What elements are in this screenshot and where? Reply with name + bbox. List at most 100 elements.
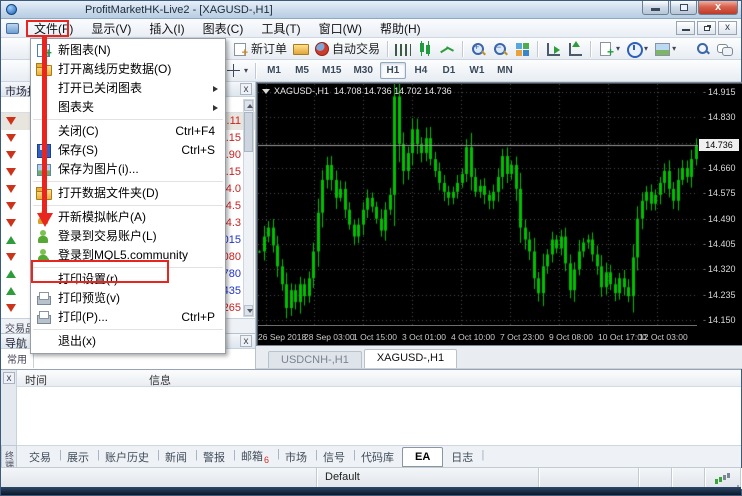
timeframe-d1[interactable]: D1: [436, 62, 462, 79]
terminal-tab-EA[interactable]: EA: [402, 447, 443, 467]
chart-shift-button[interactable]: [564, 40, 586, 58]
timeframe-m1[interactable]: M1: [261, 62, 287, 79]
menu-item-1[interactable]: 显示(V): [82, 18, 140, 39]
file-menu-item[interactable]: 打开数据文件夹(D): [31, 184, 225, 203]
title-bar[interactable]: ProfitMarketHK-Live2 - [XAGUSD-,H1] x: [1, 1, 741, 19]
terminal-tab-新闻[interactable]: 新闻: [157, 447, 195, 467]
price-axis[interactable]: 14.91514.83014.74514.66014.57514.49014.4…: [698, 84, 742, 324]
search-button[interactable]: [691, 40, 713, 58]
shortcut-label: Ctrl+S: [181, 141, 215, 160]
child-minimize-button[interactable]: [676, 21, 695, 35]
zoom-out-button[interactable]: −: [489, 40, 511, 58]
timeframe-h1[interactable]: H1: [380, 62, 406, 79]
bar-chart-button[interactable]: [392, 41, 414, 57]
terminal-header: 时间 信息: [17, 370, 741, 387]
scroll-up-icon[interactable]: [244, 100, 253, 111]
scroll-down-icon[interactable]: [244, 305, 253, 316]
terminal-tab-代码库[interactable]: 代码库: [353, 447, 402, 467]
chart-tab-usdcnhh1[interactable]: USDCNH-,H1: [268, 351, 362, 368]
crosshair-button[interactable]: ▾: [223, 62, 251, 80]
chat-button[interactable]: [713, 40, 735, 58]
terminal-tab-邮箱[interactable]: 邮箱6: [233, 446, 277, 467]
autotrade-button[interactable]: 自动交易: [312, 39, 383, 58]
toolbar-separator: [387, 41, 388, 57]
file-menu-item[interactable]: 登录到交易账户(L): [31, 227, 225, 246]
child-close-button[interactable]: x: [718, 21, 737, 35]
timeframe-m15[interactable]: M15: [317, 62, 346, 79]
file-menu-item[interactable]: 打印(P)...Ctrl+P: [31, 308, 225, 327]
chevron-down-icon[interactable]: ▾: [244, 66, 248, 75]
close-button[interactable]: x: [698, 1, 738, 15]
unread-badge: 6: [264, 455, 269, 465]
time-tick-label: 9 Oct 08:00: [549, 332, 593, 342]
indicators-button[interactable]: ▾: [595, 40, 623, 58]
templates-button[interactable]: ▾: [651, 40, 679, 58]
price-tick-label: 14.490: [703, 214, 736, 224]
window-title: ProfitMarketHK-Live2 - [XAGUSD-,H1]: [85, 4, 273, 16]
file-menu-item[interactable]: 保存为图片(i)...: [31, 160, 225, 179]
chart-plot-area[interactable]: XAGUSD-,H1 14.708 14.736 14.702 14.736: [258, 84, 699, 326]
menu-item-6[interactable]: 帮助(H): [371, 18, 430, 39]
time-tick-label: 1 Oct 15:00: [353, 332, 397, 342]
file-menu-item[interactable]: 关闭(C)Ctrl+F4: [31, 122, 225, 141]
maximize-button[interactable]: [670, 1, 697, 15]
tile-windows-button[interactable]: [511, 40, 533, 58]
timeframe-h4[interactable]: H4: [408, 62, 434, 79]
file-menu-item[interactable]: 打开离线历史数据(O): [31, 60, 225, 79]
close-icon[interactable]: x: [3, 372, 15, 384]
terminal-tab-展示[interactable]: 展示: [59, 447, 97, 467]
terminal-tab-交易[interactable]: 交易: [21, 447, 59, 467]
market-watch-scrollbar[interactable]: [243, 99, 254, 317]
zoom-in-button[interactable]: +: [467, 40, 489, 58]
minimize-button[interactable]: [642, 1, 669, 15]
timeframe-w1[interactable]: W1: [464, 62, 490, 79]
profile-name[interactable]: Default: [317, 468, 539, 489]
child-window-icon[interactable]: [6, 23, 19, 34]
timeframe-mn[interactable]: MN: [492, 62, 518, 79]
candlestick-chart[interactable]: [258, 84, 699, 326]
envelope-button[interactable]: [290, 41, 312, 56]
chevron-down-icon[interactable]: ▾: [616, 44, 620, 53]
menu-item-3[interactable]: 图表(C): [194, 18, 253, 39]
time-axis[interactable]: 26 Sep 201828 Sep 03:001 Oct 15:003 Oct …: [258, 325, 697, 344]
terminal-tab-信号[interactable]: 信号: [315, 447, 353, 467]
time-column-header[interactable]: 时间: [25, 372, 47, 388]
menu-item-2[interactable]: 插入(I): [140, 18, 193, 39]
file-menu-item[interactable]: 开新模拟帐户(A): [31, 208, 225, 227]
file-menu-item[interactable]: 打开已关闭图表: [31, 79, 225, 98]
scrollbar-thumb[interactable]: [244, 112, 253, 152]
chevron-down-icon[interactable]: ▾: [644, 44, 648, 53]
menu-item-5[interactable]: 窗口(W): [310, 18, 371, 39]
message-column-header[interactable]: 信息: [149, 372, 171, 388]
terminal-tab-日志[interactable]: 日志: [443, 447, 481, 467]
line-chart-button[interactable]: [436, 40, 458, 58]
file-menu-item[interactable]: 保存(S)Ctrl+S: [31, 141, 225, 160]
file-menu-item[interactable]: 打印预览(v): [31, 289, 225, 308]
new-order-button[interactable]: 新订单: [229, 39, 290, 58]
file-menu-item[interactable]: 退出(x): [31, 332, 225, 351]
child-restore-button[interactable]: [697, 21, 716, 35]
timeframe-m30[interactable]: M30: [348, 62, 377, 79]
candlestick-button[interactable]: [414, 40, 436, 58]
price-tick-label: 14.150: [703, 315, 736, 325]
timeframe-m5[interactable]: M5: [289, 62, 315, 79]
chevron-down-icon[interactable]: ▾: [672, 44, 676, 53]
periods-button[interactable]: ▾: [623, 40, 651, 58]
close-icon[interactable]: x: [240, 335, 252, 347]
print-preview-icon: [36, 291, 51, 306]
templates-icon: [654, 41, 670, 57]
close-icon[interactable]: x: [240, 83, 252, 95]
arrow-down-icon: [6, 219, 16, 227]
chart-tab-xagusdh1[interactable]: XAGUSD-,H1: [364, 349, 457, 368]
file-menu-item[interactable]: 新图表(N): [31, 41, 225, 60]
terminal-tab-市场[interactable]: 市场: [277, 447, 315, 467]
terminal-tab-账户历史[interactable]: 账户历史: [97, 447, 157, 467]
annotation-box-login-item: [31, 260, 169, 283]
auto-scroll-button[interactable]: [542, 40, 564, 58]
chart-menu-icon[interactable]: [262, 89, 270, 94]
chart-window: XAGUSD-,H1 14.708 14.736 14.702 14.736 1…: [256, 82, 742, 346]
submenu-arrow-icon: [213, 105, 218, 111]
terminal-tab-警报[interactable]: 警报: [195, 447, 233, 467]
file-menu-item[interactable]: 图表夹: [31, 98, 225, 117]
menu-item-4[interactable]: 工具(T): [252, 18, 309, 39]
